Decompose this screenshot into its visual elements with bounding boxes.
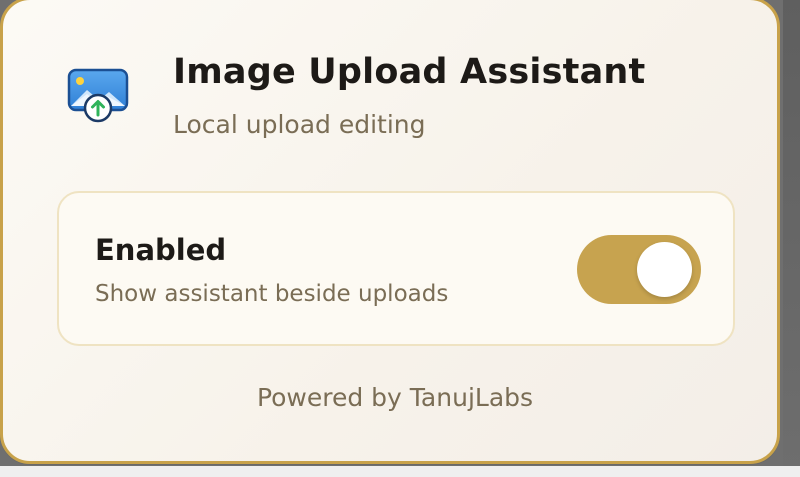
enabled-toggle[interactable]	[577, 235, 701, 304]
toggle-knob	[637, 242, 692, 297]
powered-by-footer: Powered by TanujLabs	[256, 383, 534, 412]
image-upload-icon	[67, 68, 131, 126]
background-window-edge-bottom	[0, 466, 800, 477]
app-title: Image Upload Assistant	[173, 52, 646, 92]
setting-title: Enabled	[95, 233, 227, 267]
enabled-setting-card: Enabled Show assistant beside uploads	[57, 191, 735, 346]
app-subtitle: Local upload editing	[173, 110, 426, 139]
extension-popup: Image Upload Assistant Local upload edit…	[0, 0, 780, 464]
setting-description: Show assistant beside uploads	[95, 281, 449, 307]
